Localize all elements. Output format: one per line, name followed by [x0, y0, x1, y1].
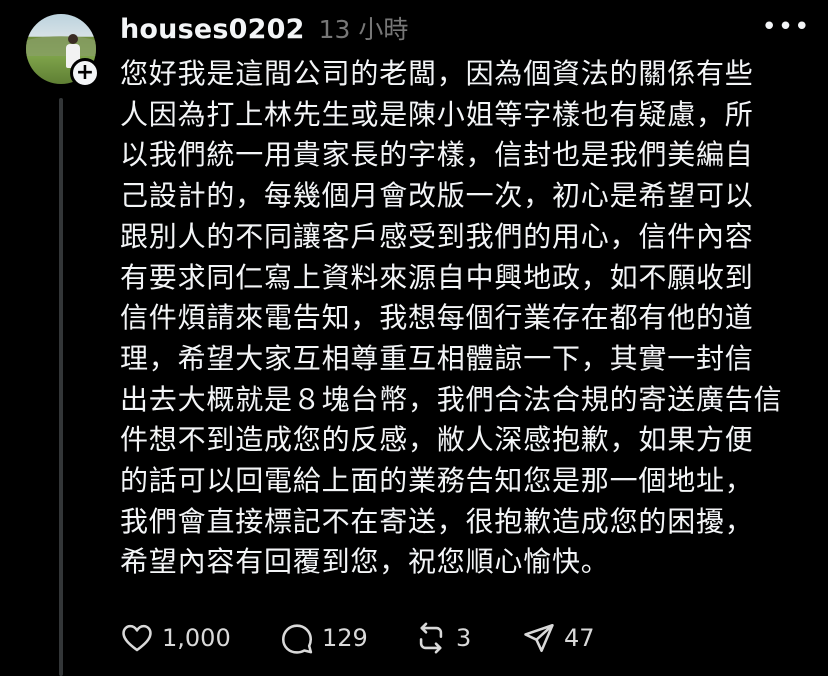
heart-icon [122, 624, 152, 652]
more-options-icon[interactable]: ••• [762, 12, 810, 42]
share-button[interactable]: 47 [522, 621, 642, 655]
thread-connector-line [59, 98, 63, 676]
send-icon [524, 623, 554, 653]
timestamp: 13 小時 [318, 15, 409, 44]
avatar-background-hill [26, 36, 96, 56]
body-line: 希望內容有回覆到您，祝您順心愉快。 [120, 545, 610, 579]
like-button[interactable]: 1,000 [120, 621, 280, 655]
comment-bubble-icon [281, 624, 313, 654]
body-line: 出去大概就是８塊台幣，我們合法合規的寄送廣告信 [120, 382, 783, 416]
body-line: 件想不到造成您的反感，敝人深感抱歉，如果方便 [120, 423, 754, 457]
post-actions: 1,000 129 3 47 [120, 616, 642, 660]
share-count: 47 [564, 624, 595, 652]
post-header: houses0202 13 小時 [120, 10, 408, 46]
body-line: 己設計的，每幾個月會改版一次，初心是希望可以 [120, 179, 754, 213]
follow-plus-icon[interactable]: + [70, 58, 100, 88]
repost-button[interactable]: 3 [414, 621, 522, 655]
thread-post: + houses0202 13 小時 ••• 您好我是這間公司的老闆，因為個資法… [0, 0, 828, 676]
body-line: 的話可以回電給上面的業務告知您是那一個地址， [120, 464, 754, 498]
body-line: 跟別人的不同讓客戶感受到我們的用心，信件內容 [120, 219, 754, 253]
body-line: 信件煩請來電告知，我想每個行業存在都有他的道 [120, 301, 754, 335]
username[interactable]: houses0202 [120, 14, 305, 45]
body-line: 有要求同仁寫上資料來源自中興地政，如不願收到 [120, 260, 754, 294]
avatar-container[interactable]: + [26, 14, 100, 88]
avatar-person-head [68, 34, 78, 44]
repost-count: 3 [456, 624, 472, 652]
body-line: 人因為打上林先生或是陳小姐等字樣也有疑慮，所 [120, 97, 754, 131]
repost-icon [419, 622, 443, 654]
body-line: 理，希望大家互相尊重互相體諒一下，其實一封信 [120, 341, 754, 375]
reply-button[interactable]: 129 [280, 621, 414, 655]
like-count: 1,000 [162, 624, 231, 652]
body-line: 我們會直接標記不在寄送，很抱歉造成您的困擾， [120, 504, 754, 538]
reply-count: 129 [322, 624, 368, 652]
post-body: 您好我是這間公司的老闆，因為個資法的關係有些 人因為打上林先生或是陳小姐等字樣也… [120, 54, 800, 583]
body-line: 以我們統一用貴家長的字樣，信封也是我們美編自 [120, 138, 754, 172]
body-line: 您好我是這間公司的老闆，因為個資法的關係有些 [120, 57, 754, 90]
